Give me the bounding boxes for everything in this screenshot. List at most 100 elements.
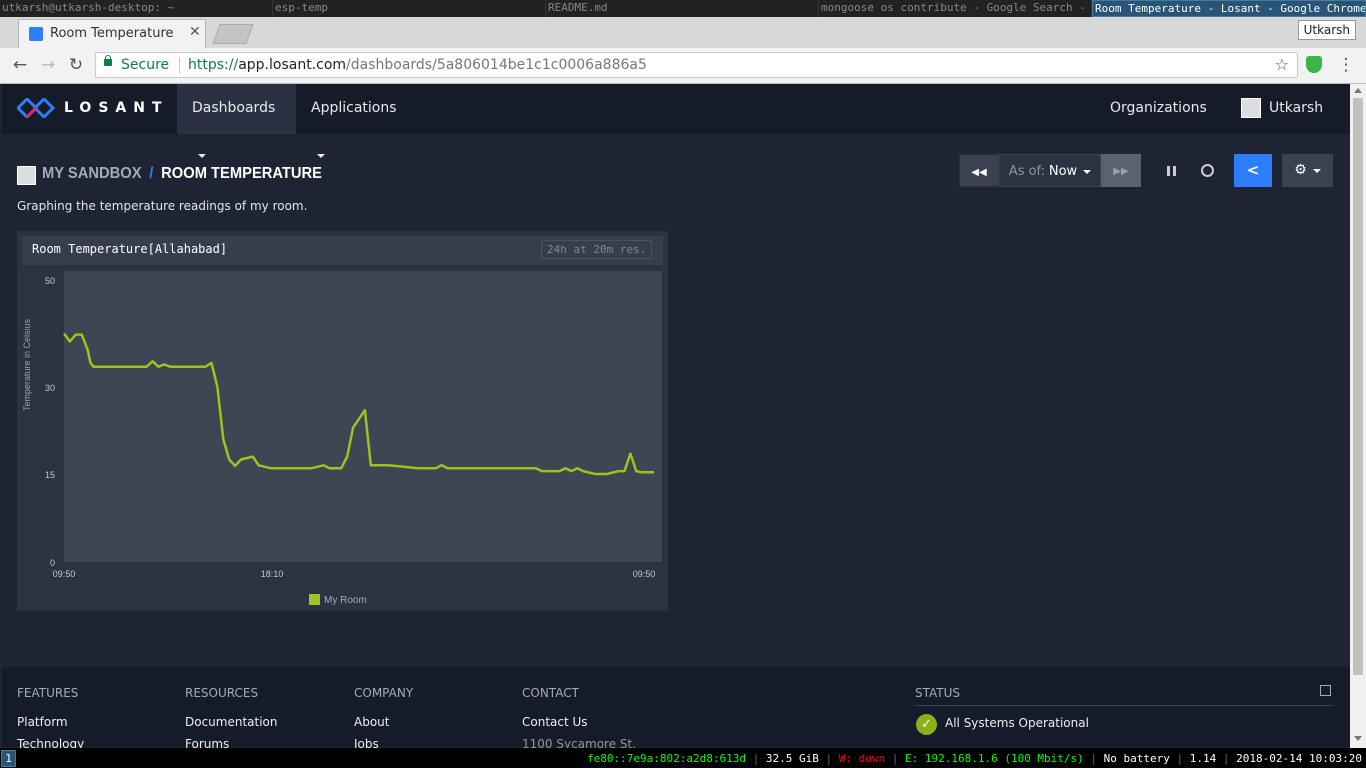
status-ipv6: fe80::7e9a:802:a2d8:613d	[587, 752, 747, 765]
x-tick-label: 18:10	[261, 569, 284, 579]
url-path: /dashboards/5a806014be1c1c0006a886a5	[346, 57, 647, 73]
address-bar[interactable]: Secure https://app.losant.com/dashboards…	[95, 52, 1298, 78]
footer-link-contact-us[interactable]: Contact Us	[522, 715, 588, 729]
status-separator: |	[746, 752, 766, 765]
external-link-icon[interactable]	[1320, 685, 1331, 696]
share-icon: <	[1246, 161, 1260, 179]
chevron-down-icon	[317, 154, 325, 158]
avatar	[1241, 98, 1261, 118]
fast-forward-button[interactable]: ▶▶	[1101, 154, 1141, 187]
legend-label: My Room	[324, 595, 367, 606]
nav-organizations-label: Organizations	[1110, 100, 1207, 116]
bookmark-star-icon[interactable]: ☆	[1275, 55, 1289, 74]
profile-button[interactable]: Utkarsh	[1297, 20, 1356, 40]
window-tab-terminal[interactable]: utkarsh@utkarsh-desktop: ~	[0, 0, 273, 17]
status-separator: |	[1083, 752, 1104, 765]
window-tab-readme[interactable]: README.md	[546, 0, 819, 17]
nav-organizations[interactable]: Organizations	[1095, 84, 1225, 158]
url-host: app.losant.com	[238, 57, 347, 73]
x-tick-label: 09:50	[633, 569, 656, 579]
legend-swatch	[309, 594, 320, 605]
extension-shield-icon[interactable]	[1306, 56, 1322, 73]
new-tab-button[interactable]	[212, 24, 254, 44]
as-of-value: Now	[1048, 164, 1078, 179]
nav-dashboards[interactable]: Dashboards	[177, 84, 296, 158]
footer-link-about[interactable]: About	[354, 715, 389, 729]
chevron-down-icon	[1083, 169, 1092, 174]
y-axis-label: Temperature in Celsius	[22, 318, 32, 411]
widget-resolution-badge[interactable]: 24h at 20m res.	[541, 240, 653, 259]
footer-link-platform[interactable]: Platform	[17, 715, 68, 729]
share-button[interactable]: <	[1234, 154, 1272, 187]
breadcrumb-separator: /	[149, 165, 154, 182]
browser-tab-title: Room Temperature -	[50, 26, 175, 41]
footer-link-documentation[interactable]: Documentation	[185, 715, 278, 729]
scroll-down-arrow-icon[interactable]	[1354, 736, 1362, 741]
back-arrow-icon[interactable]: ←	[10, 56, 30, 74]
x-tick-label: 09:50	[53, 569, 76, 579]
status-message: All Systems Operational	[945, 716, 1089, 730]
status-separator: |	[1216, 752, 1237, 765]
widget-header: Room Temperature[Allahabad] 24h at 20m r…	[22, 236, 663, 265]
temperature-line-chart: Temperature in Celsius 50 30 15 0 09:50 18:1…	[22, 271, 662, 606]
status-divider	[915, 705, 1333, 706]
status-disk: 32.5 GiB	[765, 752, 819, 765]
footer	[2, 667, 1350, 747]
lock-shackle-icon	[105, 55, 111, 60]
footer-heading-contact: CONTACT	[522, 686, 579, 700]
page-scrollbar[interactable]	[1350, 84, 1366, 748]
sandbox-avatar	[17, 166, 36, 185]
reload-icon[interactable]: ↻	[66, 56, 86, 74]
status-wifi: W: down	[838, 752, 886, 765]
lock-icon	[104, 59, 112, 66]
as-of-dropdown[interactable]: As of: Now	[999, 154, 1101, 187]
window-title-bar: utkarsh@utkarsh-desktop: ~ esp-temp READ…	[0, 0, 1366, 17]
gear-icon: ⚙	[1294, 162, 1307, 178]
losant-logo-icon[interactable]	[17, 98, 55, 118]
scrollbar-thumb[interactable]	[1353, 98, 1363, 675]
y-tick-label: 0	[50, 558, 55, 568]
settings-dropdown[interactable]: ⚙	[1282, 154, 1333, 187]
forward-arrow-icon[interactable]: →	[38, 56, 58, 74]
workspace-button[interactable]: 1	[1, 750, 16, 767]
status-datetime: 2018-02-14 10:03:20	[1236, 752, 1362, 765]
footer-heading-company: COMPANY	[354, 686, 414, 700]
footer-heading-resources: RESOURCES	[185, 686, 259, 700]
pause-icon	[1166, 165, 1176, 176]
window-tab-esp-temp[interactable]: esp-temp	[273, 0, 546, 17]
url-scheme: https://	[188, 57, 239, 73]
page-title: ROOM TEMPERATURE	[161, 165, 322, 182]
breadcrumb: MY SANDBOX / ROOM TEMPERATURE	[42, 165, 322, 183]
nav-user-label: Utkarsh	[1269, 100, 1324, 116]
browser-tab-active[interactable]: Room Temperature - ✕	[18, 19, 206, 48]
close-tab-icon[interactable]: ✕	[189, 24, 201, 40]
status-separator: |	[818, 752, 839, 765]
secure-label: Secure	[121, 57, 170, 73]
losant-favicon-icon	[29, 27, 43, 41]
nav-user-menu[interactable]: Utkarsh	[1226, 84, 1344, 158]
nav-applications[interactable]: Applications	[296, 84, 418, 158]
logo-text: LOSANT	[64, 100, 169, 116]
status-separator: |	[1169, 752, 1190, 765]
plot-area	[64, 271, 662, 562]
refresh-button[interactable]	[1191, 154, 1223, 187]
nav-applications-label: Applications	[311, 100, 397, 116]
status-ethernet: E: 192.168.1.6 (100 Mbit/s)	[904, 752, 1084, 765]
url-text: https://app.losant.com/dashboards/5a8060…	[188, 57, 647, 73]
breadcrumb-parent[interactable]: MY SANDBOX	[42, 165, 142, 182]
footer-heading-features: FEATURES	[17, 686, 79, 700]
y-tick-label: 30	[45, 383, 55, 393]
rewind-button[interactable]: ◀◀	[959, 154, 999, 187]
window-tab-google-search[interactable]: mongoose os contribute - Google Search -…	[819, 0, 1092, 17]
status-separator: |	[885, 752, 905, 765]
chrome-menu-icon[interactable]: ⋮	[1336, 56, 1356, 74]
dashboard-description: Graphing the temperature readings of my …	[17, 199, 308, 213]
pause-button[interactable]	[1155, 154, 1187, 187]
rewind-icon: ◀◀	[971, 167, 987, 178]
chevron-down-icon	[1312, 168, 1321, 173]
scroll-up-arrow-icon[interactable]	[1354, 88, 1362, 93]
as-of-label: As of:	[1008, 164, 1046, 179]
status-battery: No battery	[1103, 752, 1170, 765]
fast-forward-icon: ▶▶	[1113, 166, 1129, 177]
window-tab-chrome[interactable]: Room Temperature - Losant - Google Chrom…	[1092, 0, 1366, 17]
